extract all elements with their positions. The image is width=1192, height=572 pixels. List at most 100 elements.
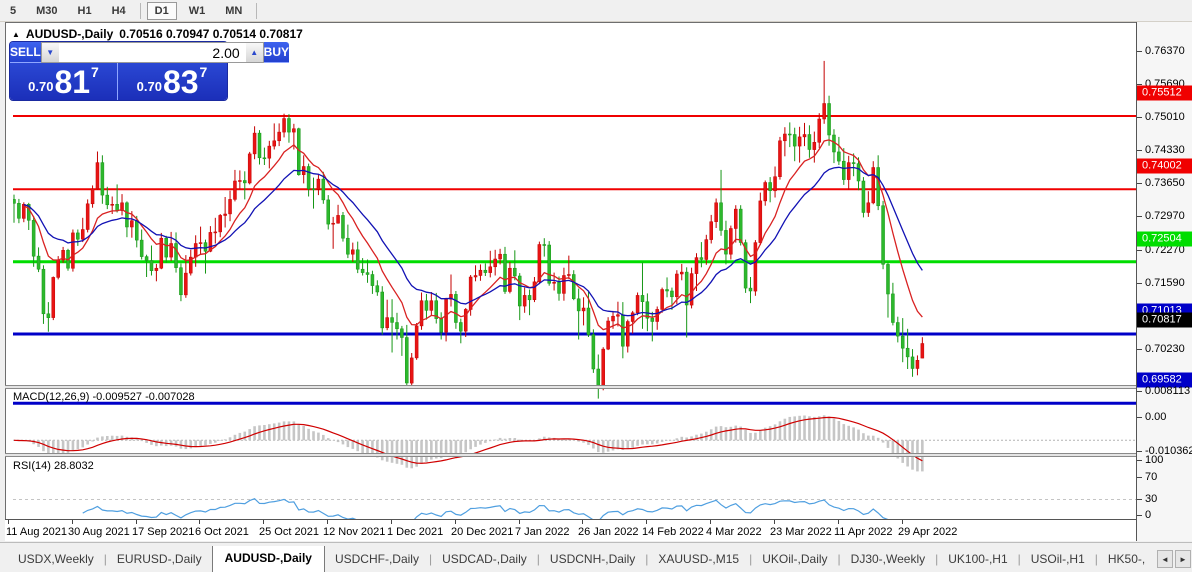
candle: [267, 145, 272, 159]
candle: [336, 215, 340, 224]
candle: [144, 256, 149, 261]
candle: [468, 276, 473, 310]
candle: [567, 274, 571, 276]
sell-price-prefix: 0.70: [28, 79, 54, 94]
candle: [851, 162, 856, 164]
buy-button[interactable]: BUY: [263, 42, 290, 63]
sell-price-point: 7: [91, 64, 99, 80]
timeframe-button-d1[interactable]: D1: [146, 1, 177, 20]
candle: [262, 157, 267, 160]
date-tick-label: 14 Feb 2022: [642, 526, 704, 538]
chart-symbol-header: ▲ AUDUSD-,Daily 0.70516 0.70947 0.70514 …: [12, 27, 303, 41]
rsi-label: RSI(14) 28.8032: [13, 460, 94, 472]
macd-indicator-canvas[interactable]: [13, 412, 1142, 476]
chart-tab-usdcad-daily[interactable]: USDCAD-,Daily: [432, 548, 537, 572]
price-axis: 0.76370 0.75690 0.75010 0.74330 0.73650 0.729…: [1137, 22, 1192, 541]
chart-tab-xauusd-m15[interactable]: XAUUSD-,M15: [648, 548, 749, 572]
candle: [272, 140, 276, 147]
candle: [670, 290, 674, 298]
chart-tab-uk100-h1[interactable]: UK100-,H1: [938, 548, 1017, 572]
candle: [238, 180, 242, 182]
chart-tab-ukoil-daily[interactable]: UKOil-,Daily: [752, 548, 837, 572]
candle: [483, 269, 488, 273]
candle: [395, 322, 399, 330]
candle: [36, 255, 41, 270]
candle: [680, 271, 684, 275]
candle: [213, 231, 218, 234]
candle: [414, 325, 419, 359]
date-tick-label: 20 Dec 2021: [451, 526, 514, 538]
timeframe-button-h4[interactable]: H4: [104, 2, 134, 20]
pane-splitter-rsi[interactable]: [5, 453, 1136, 457]
timeframe-button-h1[interactable]: H1: [70, 2, 100, 20]
candle: [557, 282, 561, 294]
candle: [586, 307, 591, 335]
chart-tab-audusd-daily[interactable]: AUDUSD-,Daily: [211, 546, 325, 572]
volume-input[interactable]: [58, 43, 246, 62]
candle: [866, 202, 871, 213]
price-tick-label: 0.74330: [1145, 144, 1185, 156]
candle: [905, 347, 910, 358]
date-tick: [455, 520, 456, 524]
candle: [900, 335, 905, 349]
candle: [630, 312, 635, 322]
date-tick-label: 23 Mar 2022: [770, 526, 832, 538]
chart-tab-usdx-weekly[interactable]: USDX,Weekly: [8, 548, 104, 572]
date-tick: [391, 520, 392, 524]
candle: [105, 194, 110, 206]
candle: [846, 162, 851, 180]
candle: [488, 266, 493, 273]
price-chart-canvas[interactable]: [13, 46, 1142, 408]
candle: [527, 295, 532, 301]
candle: [51, 277, 56, 318]
price-tick-label: 0.73650: [1145, 177, 1185, 189]
candle: [80, 229, 85, 240]
candle: [856, 163, 861, 182]
candle: [370, 274, 375, 286]
sell-button[interactable]: SELL: [10, 42, 41, 63]
chart-tab-dj30-weekly[interactable]: DJ30-,Weekly: [841, 548, 935, 572]
chart-tab-usdcnh-daily[interactable]: USDCNH-,Daily: [540, 548, 645, 572]
candle: [90, 188, 95, 205]
candle: [842, 160, 846, 180]
pane-splitter-macd[interactable]: [5, 385, 1136, 389]
candle: [247, 153, 252, 184]
sell-price-display[interactable]: 0.70 81 7: [10, 63, 118, 100]
date-tick-label: 11 Aug 2021: [6, 526, 67, 538]
volume-increase-icon[interactable]: ▲: [245, 43, 263, 62]
chart-tab-usdchf-daily[interactable]: USDCHF-,Daily: [325, 548, 429, 572]
level-badge-0.74002: 0.74002: [1137, 158, 1192, 174]
candle: [184, 272, 188, 296]
timeframe-button-w1[interactable]: W1: [181, 2, 214, 20]
candle: [910, 356, 915, 369]
timeframe-button-mn[interactable]: MN: [217, 2, 250, 20]
candle: [734, 208, 738, 229]
candle: [439, 318, 443, 333]
candle: [699, 257, 704, 260]
candle: [277, 131, 281, 142]
timeframe-button-5[interactable]: 5: [2, 2, 24, 20]
candle: [203, 242, 208, 252]
candle: [709, 221, 713, 240]
candle: [493, 258, 497, 268]
buy-price-display[interactable]: 0.70 83 7: [118, 63, 226, 100]
candle: [198, 242, 203, 244]
candle: [130, 220, 134, 228]
chart-tab-usoil-h1[interactable]: USOil-,H1: [1021, 548, 1095, 572]
chart-tab-hk50-[interactable]: HK50-,: [1098, 548, 1155, 572]
candle: [135, 220, 139, 241]
collapse-panel-icon[interactable]: ▲: [12, 30, 20, 39]
candle: [601, 348, 605, 388]
date-tick: [136, 520, 137, 524]
axis-tick: [1137, 391, 1142, 392]
candle: [606, 320, 610, 350]
tabs-scroll-right-icon[interactable]: ►: [1175, 550, 1191, 568]
volume-decrease-icon[interactable]: ▼: [41, 43, 59, 62]
tabs-scroll-left-icon[interactable]: ◄: [1157, 550, 1173, 568]
candle: [252, 132, 257, 155]
candle: [257, 132, 262, 159]
candle: [193, 243, 198, 258]
candle: [812, 142, 817, 150]
chart-tab-eurusd-daily[interactable]: EURUSD-,Daily: [107, 548, 212, 572]
timeframe-button-m30[interactable]: M30: [28, 2, 65, 20]
